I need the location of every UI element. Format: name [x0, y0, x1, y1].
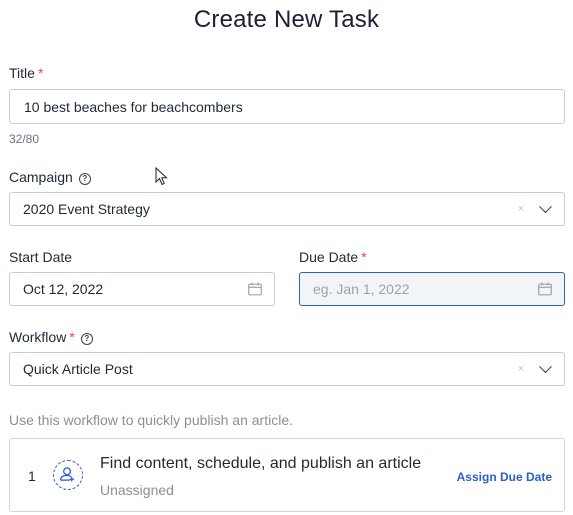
- user-add-icon: [59, 467, 75, 482]
- campaign-select[interactable]: 2020 Event Strategy ×: [9, 192, 565, 226]
- clear-icon[interactable]: ×: [518, 203, 524, 215]
- required-marker: *: [37, 65, 44, 81]
- required-marker: *: [69, 329, 75, 345]
- workflow-hint: Use this workflow to quickly publish an …: [9, 412, 294, 428]
- title-label-text: Title: [9, 65, 35, 81]
- step-title: Find content, schedule, and publish an a…: [100, 455, 422, 472]
- assignee-avatar[interactable]: [53, 460, 83, 490]
- workflow-label-text: Workflow: [9, 329, 67, 345]
- question-icon[interactable]: ?: [78, 173, 91, 185]
- start-date-label: Start Date: [9, 249, 73, 265]
- mouse-cursor-icon: [155, 167, 168, 186]
- due-date-placeholder: eg. Jan 1, 2022: [313, 281, 410, 297]
- question-icon[interactable]: ?: [80, 333, 93, 345]
- workflow-step-card: 1 Find content, schedule, and publish an…: [9, 438, 565, 512]
- calendar-icon[interactable]: [248, 282, 262, 296]
- chevron-down-icon[interactable]: [539, 360, 552, 374]
- campaign-label: Campaign?: [9, 169, 91, 185]
- assign-due-date-button[interactable]: Assign Due Date: [457, 470, 552, 484]
- start-date-input[interactable]: Oct 12, 2022: [9, 272, 275, 306]
- workflow-select-value: Quick Article Post: [23, 361, 133, 377]
- calendar-icon[interactable]: [538, 282, 552, 296]
- campaign-select-value: 2020 Event Strategy: [23, 201, 150, 217]
- workflow-select[interactable]: Quick Article Post ×: [9, 352, 565, 386]
- step-number: 1: [28, 468, 36, 484]
- clear-icon[interactable]: ×: [518, 363, 524, 375]
- chevron-down-icon[interactable]: [539, 200, 552, 214]
- required-marker: *: [361, 249, 367, 265]
- campaign-label-text: Campaign: [9, 169, 73, 185]
- start-date-value: Oct 12, 2022: [23, 281, 104, 297]
- title-input[interactable]: 10 best beaches for beachcombers: [9, 89, 565, 124]
- due-date-input[interactable]: eg. Jan 1, 2022: [299, 272, 565, 306]
- page-title: Create New Task: [193, 6, 380, 33]
- due-date-label: Due Date *: [299, 249, 367, 265]
- title-char-counter: 32/80: [9, 132, 40, 146]
- title-label: Title *: [9, 65, 43, 81]
- title-input-value: 10 best beaches for beachcombers: [24, 98, 243, 115]
- due-date-label-text: Due Date: [299, 249, 359, 265]
- step-assignee: Unassigned: [100, 482, 174, 498]
- workflow-label: Workflow *?: [9, 329, 93, 345]
